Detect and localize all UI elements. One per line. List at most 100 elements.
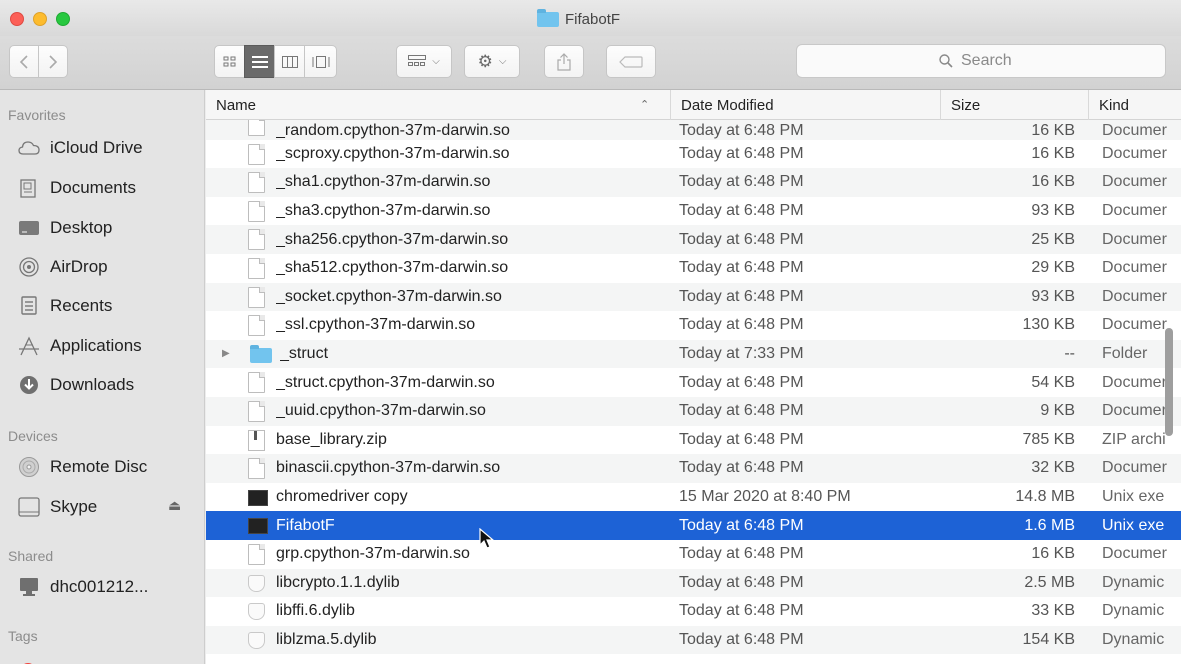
documents-icon <box>18 177 40 199</box>
sidebar-item-label: dhc001212... <box>50 577 149 596</box>
document-icon <box>248 400 265 422</box>
document-icon <box>248 286 265 308</box>
column-view-icon <box>281 55 298 68</box>
file-row[interactable]: binascii.cpython-37m-darwin.so Today at 6… <box>206 454 1181 483</box>
search-field[interactable] <box>796 44 1166 78</box>
sidebar-item-applications[interactable]: Applications <box>18 330 198 362</box>
unix-executable-icon <box>248 489 268 506</box>
file-date-modified: Today at 6:48 PM <box>679 402 804 420</box>
document-icon <box>248 372 265 394</box>
maximize-window-button[interactable] <box>56 12 70 26</box>
dynamic-library-icon <box>248 631 265 649</box>
sidebar-item-label: Recents <box>50 296 113 315</box>
sidebar-item-label: Skype <box>50 497 98 516</box>
file-row[interactable]: ▶ _struct Today at 7:33 PM -- Folder <box>206 339 1181 369</box>
sidebar-item-skype[interactable]: Skype ⏏ <box>18 491 198 523</box>
file-size: 16 KB <box>1031 173 1075 191</box>
icon-view-button[interactable] <box>214 45 245 78</box>
column-header-label: Size <box>951 96 981 114</box>
file-row[interactable]: grp.cpython-37m-darwin.so Today at 6:48 P… <box>206 540 1181 569</box>
search-input[interactable] <box>961 52 1023 70</box>
document-icon <box>248 143 265 165</box>
file-row[interactable]: _socket.cpython-37m-darwin.so Today at 6:… <box>206 282 1181 312</box>
file-size: 93 KB <box>1031 202 1075 220</box>
file-size: 93 KB <box>1031 287 1075 305</box>
file-size: 54 KB <box>1031 373 1075 391</box>
list-view-button[interactable] <box>244 45 275 78</box>
vertical-scrollbar[interactable] <box>1165 328 1173 436</box>
file-row[interactable]: _sha512.cpython-37m-darwin.so Today at 6:… <box>206 254 1181 283</box>
sidebar-item-remote-disc[interactable]: Remote Disc <box>18 451 198 483</box>
file-name: FifabotF <box>276 516 335 534</box>
file-row[interactable]: _sha3.cpython-37m-darwin.so Today at 6:48… <box>206 197 1181 226</box>
toolbar: ⌵ ⚙ ⌵ <box>0 36 1181 90</box>
file-size: 130 KB <box>1022 316 1075 334</box>
edit-tags-button[interactable] <box>606 45 656 78</box>
tag-icon <box>619 55 643 68</box>
sort-ascending-icon: ⌃ <box>640 99 650 111</box>
file-row[interactable]: _scproxy.cpython-37m-darwin.so Today at 6… <box>206 140 1181 169</box>
folder-icon <box>250 344 272 363</box>
file-size: 14.8 MB <box>1015 488 1075 506</box>
back-button[interactable] <box>9 45 39 78</box>
file-kind: Documer <box>1102 144 1167 162</box>
file-row[interactable]: chromedriver copy 15 Mar 2020 at 8:40 PM 1… <box>206 483 1181 512</box>
column-header-kind[interactable]: Kind <box>1088 90 1181 120</box>
sidebar-item-downloads[interactable]: Downloads <box>18 369 198 401</box>
column-view-button[interactable] <box>274 45 305 78</box>
gallery-view-button[interactable] <box>304 45 337 78</box>
share-button[interactable] <box>544 45 584 78</box>
sidebar-item-recents[interactable]: Recents <box>18 290 198 322</box>
column-header-name[interactable]: Name <box>206 90 670 120</box>
file-name: libcrypto.1.1.dylib <box>276 573 400 591</box>
unix-executable-icon <box>248 518 268 535</box>
file-name: _ssl.cpython-37m-darwin.so <box>276 316 476 334</box>
close-window-button[interactable] <box>10 12 24 26</box>
sidebar-item-label: Remote Disc <box>50 457 148 476</box>
downloads-icon <box>18 374 40 396</box>
column-header-size[interactable]: Size <box>940 90 1088 120</box>
group-by-button[interactable]: ⌵ <box>396 45 452 78</box>
sidebar-section-devices: Devices <box>8 428 58 444</box>
list-view-icon <box>251 55 268 68</box>
sidebar-item-documents[interactable]: Documents <box>18 172 198 204</box>
sidebar-item-icloud-drive[interactable]: iCloud Drive <box>18 132 198 164</box>
file-row[interactable]: _sha1.cpython-37m-darwin.so Today at 6:48… <box>206 168 1181 197</box>
sidebar-item-desktop[interactable]: Desktop <box>18 212 198 244</box>
file-row[interactable]: _sha256.cpython-37m-darwin.so Today at 6:… <box>206 225 1181 254</box>
minimize-window-button[interactable] <box>33 12 47 26</box>
recents-icon <box>18 295 40 317</box>
file-name: _scproxy.cpython-37m-darwin.so <box>276 144 510 162</box>
document-icon <box>248 229 265 251</box>
sidebar-item-label: Desktop <box>50 218 113 237</box>
sidebar-item-airdrop[interactable]: AirDrop <box>18 251 198 283</box>
dynamic-library-icon <box>248 603 265 621</box>
file-row[interactable]: liblzma.5.dylib Today at 6:48 PM 154 KB Dyn… <box>206 625 1181 655</box>
file-date-modified: Today at 7:33 PM <box>679 345 804 363</box>
action-menu-button[interactable]: ⚙ ⌵ <box>464 45 520 78</box>
file-row[interactable]: FifabotF Today at 6:48 PM 1.6 MB Unix exe <box>206 511 1181 540</box>
file-row[interactable]: _ssl.cpython-37m-darwin.so Today at 6:48 … <box>206 311 1181 340</box>
eject-icon[interactable]: ⏏ <box>168 497 181 514</box>
sidebar-item-shared-computer[interactable]: dhc001212... <box>18 571 198 603</box>
file-row[interactable]: libcrypto.1.1.dylib Today at 6:48 PM 2.5 M… <box>206 568 1181 598</box>
title-bar: FifabotF <box>0 0 1181 36</box>
file-date-modified: Today at 6:48 PM <box>679 373 804 391</box>
file-row[interactable]: _uuid.cpython-37m-darwin.so Today at 6:48… <box>206 396 1181 426</box>
file-name: base_library.zip <box>276 430 387 448</box>
disclosure-triangle-icon[interactable]: ▶ <box>222 348 230 359</box>
file-row[interactable]: base_library.zip Today at 6:48 PM 785 KB ZI… <box>206 426 1181 455</box>
file-date-modified: Today at 6:48 PM <box>679 630 804 648</box>
sidebar-section-shared: Shared <box>8 548 54 564</box>
column-header-date-modified[interactable]: Date Modified <box>670 90 940 120</box>
forward-button[interactable] <box>38 45 68 78</box>
file-size: 16 KB <box>1031 144 1075 162</box>
file-name: libffi.6.dylib <box>276 602 355 620</box>
file-row[interactable]: _struct.cpython-37m-darwin.so Today at 6:… <box>206 368 1181 397</box>
file-row[interactable]: libffi.6.dylib Today at 6:48 PM 33 KB Dynam… <box>206 597 1181 626</box>
sidebar: Favorites iCloud Drive Documents Desktop… <box>0 90 205 664</box>
file-date-modified: Today at 6:48 PM <box>679 144 804 162</box>
file-kind: Dynamic <box>1102 602 1165 620</box>
applications-icon <box>18 335 40 357</box>
file-name: _sha256.cpython-37m-darwin.so <box>276 230 509 248</box>
